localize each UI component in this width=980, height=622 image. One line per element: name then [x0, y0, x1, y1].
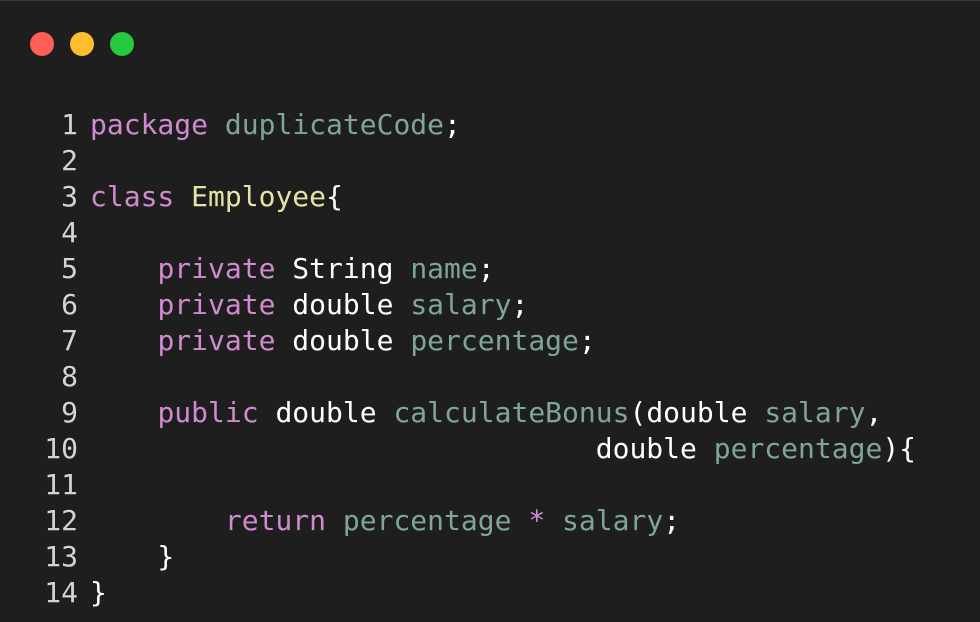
- code-token: double: [258, 396, 394, 429]
- line-source: return percentage * salary;: [78, 503, 680, 539]
- code-line: 10 double percentage){: [0, 431, 916, 467]
- line-source: public double calculateBonus(double sala…: [78, 395, 882, 431]
- code-token: salary: [562, 504, 664, 537]
- code-token: }: [90, 540, 175, 573]
- code-line: 12 return percentage * salary;: [0, 503, 916, 539]
- line-source: }: [78, 539, 174, 575]
- line-number: 10: [44, 432, 78, 465]
- code-token: calculateBonus: [393, 396, 630, 429]
- code-token: salary: [410, 288, 512, 321]
- code-token: ;: [444, 108, 461, 141]
- code-token: String: [275, 252, 411, 285]
- code-line: 4: [0, 215, 916, 251]
- code-token: public: [157, 396, 259, 429]
- code-token: private: [157, 288, 276, 321]
- line-number: 11: [44, 468, 78, 501]
- code-token: private: [157, 252, 276, 285]
- code-token: percentage: [713, 432, 883, 465]
- code-token: duplicateCode: [224, 108, 445, 141]
- code-token: {: [326, 180, 343, 213]
- code-token: ;: [663, 504, 681, 537]
- line-number: 8: [61, 360, 78, 393]
- minimize-button[interactable]: [70, 32, 94, 56]
- line-number: 5: [61, 252, 78, 285]
- line-source: private String name;: [78, 251, 495, 287]
- code-window: 1 package duplicateCode; 2 3 class Employee{…: [0, 0, 980, 622]
- code-token: ;: [511, 288, 529, 321]
- code-line: 2: [0, 143, 916, 179]
- code-token: double: [275, 324, 411, 357]
- code-token: ,: [865, 396, 883, 429]
- code-line: 1 package duplicateCode;: [0, 107, 916, 143]
- code-token: percentage: [342, 504, 512, 537]
- code-token: }: [90, 576, 107, 609]
- line-number: 9: [61, 396, 78, 429]
- code-line: 5 private String name;: [0, 251, 916, 287]
- code-line: 6 private double salary;: [0, 287, 916, 323]
- code-token: ;: [477, 252, 495, 285]
- line-source: package duplicateCode;: [78, 107, 461, 143]
- code-line: 13 }: [0, 539, 916, 575]
- code-line: 7 private double percentage;: [0, 323, 916, 359]
- line-source: private double salary;: [78, 287, 528, 323]
- line-number: 13: [44, 540, 78, 573]
- line-source: [78, 215, 90, 251]
- line-source: double percentage){: [78, 431, 916, 467]
- code-token: (double: [629, 396, 765, 429]
- line-source: [78, 359, 90, 395]
- code-token: double: [90, 432, 714, 465]
- code-line: 14}: [0, 575, 916, 611]
- maximize-button[interactable]: [110, 32, 134, 56]
- code-line: 8: [0, 359, 916, 395]
- line-source: [78, 467, 90, 503]
- code-line: 9 public double calculateBonus(double sa…: [0, 395, 916, 431]
- line-source: [78, 143, 90, 179]
- code-token: private: [157, 324, 276, 357]
- code-token: salary: [764, 396, 866, 429]
- code-token: class: [90, 180, 175, 213]
- close-button[interactable]: [30, 32, 54, 56]
- line-number: 6: [61, 288, 78, 321]
- code-token: *: [528, 504, 546, 537]
- code-token: percentage: [410, 324, 579, 357]
- window-controls: [30, 32, 134, 56]
- line-number: 2: [61, 144, 78, 177]
- code-block: 1 package duplicateCode; 2 3 class Employee{…: [0, 107, 916, 611]
- code-token: ){: [882, 432, 917, 465]
- line-source: private double percentage;: [78, 323, 596, 359]
- line-number: 14: [44, 576, 78, 609]
- code-token: double: [275, 288, 411, 321]
- code-line: 11: [0, 467, 916, 503]
- line-number: 7: [61, 324, 78, 357]
- code-token: package: [90, 108, 209, 141]
- code-line: 3 class Employee{: [0, 179, 916, 215]
- code-token: Employee: [191, 180, 327, 213]
- code-token: ;: [578, 324, 596, 357]
- line-source: }: [78, 575, 107, 611]
- line-number: 3: [61, 180, 78, 213]
- code-token: return: [224, 504, 327, 537]
- code-token: name: [410, 252, 478, 285]
- line-source: class Employee{: [78, 179, 343, 215]
- line-number: 1: [61, 108, 78, 141]
- line-number: 12: [44, 504, 78, 537]
- line-number: 4: [61, 216, 78, 249]
